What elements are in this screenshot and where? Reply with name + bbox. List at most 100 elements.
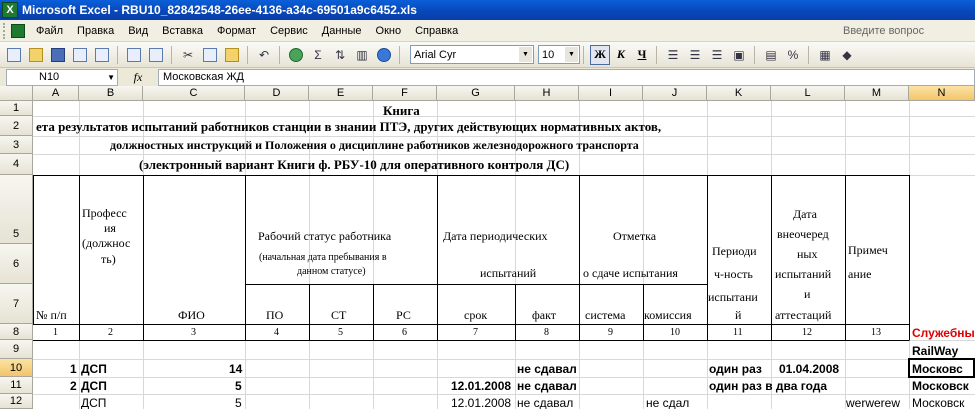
column-header-b[interactable]: B — [79, 86, 143, 101]
row-header-7[interactable]: 7 — [0, 284, 33, 324]
row-header-9[interactable]: 9 — [0, 340, 33, 359]
column-header-n[interactable]: N — [909, 86, 975, 101]
colnum-2[interactable]: 2 — [108, 327, 113, 338]
cell-c11[interactable]: 5 — [235, 379, 242, 393]
cell-h10[interactable]: не сдавал — [517, 362, 577, 376]
row-header-8[interactable]: 8 — [0, 324, 33, 340]
sheet-heading-line3[interactable]: должностных инструкций и Положения о дис… — [110, 138, 639, 153]
header-rs[interactable]: РС — [396, 308, 411, 323]
colnum-1[interactable]: 1 — [53, 327, 58, 338]
help-icon[interactable] — [374, 45, 394, 65]
header-status-sub-1[interactable]: (начальная дата пребывания в — [259, 252, 387, 263]
row-header-2[interactable]: 2 — [0, 116, 33, 136]
column-header-i[interactable]: I — [579, 86, 643, 101]
colnum-12[interactable]: 12 — [802, 327, 812, 338]
header-vneoch-6[interactable]: аттестаций — [775, 308, 831, 323]
borders-icon[interactable]: ▦ — [815, 45, 835, 65]
column-header-h[interactable]: H — [515, 86, 579, 101]
cell-h12[interactable]: не сдавал — [517, 396, 573, 409]
header-mark[interactable]: Отметка — [613, 229, 656, 244]
bold-button[interactable]: Ж — [590, 44, 610, 65]
currency-icon[interactable]: ▤ — [761, 45, 781, 65]
menu-file[interactable]: Файл — [29, 25, 70, 37]
percent-button[interactable]: % — [783, 45, 803, 65]
header-sistema[interactable]: система — [585, 308, 625, 323]
cell-b10[interactable]: ДСП — [81, 362, 107, 376]
colnum-13[interactable]: 13 — [871, 327, 881, 338]
email-icon[interactable] — [92, 45, 112, 65]
italic-button[interactable]: К — [611, 45, 631, 65]
cell-a10[interactable]: 1 — [70, 362, 77, 376]
header-vneoch-4[interactable]: испытаний — [775, 267, 831, 282]
cut-icon[interactable]: ✂ — [178, 45, 198, 65]
header-vneoch-2[interactable]: внеочеред — [777, 227, 829, 242]
colnum-9[interactable]: 9 — [608, 327, 613, 338]
row-header-10[interactable]: 10 — [0, 359, 33, 377]
column-header-m[interactable]: M — [845, 86, 909, 101]
align-center-icon[interactable]: ☰ — [685, 45, 705, 65]
sheet-heading-line2[interactable]: ета результатов испытаний работников ста… — [36, 119, 661, 135]
fill-color-icon[interactable]: ◆ — [837, 45, 857, 65]
help-question-input[interactable]: Введите вопрос — [840, 23, 970, 40]
cell-b11[interactable]: ДСП — [81, 379, 107, 393]
font-size-select[interactable]: 10 ▼ — [538, 45, 580, 64]
colnum-10[interactable]: 10 — [670, 327, 680, 338]
menu-window[interactable]: Окно — [369, 25, 409, 37]
colnum-4[interactable]: 4 — [274, 327, 279, 338]
cell-a11[interactable]: 2 — [70, 379, 77, 393]
cell-c10[interactable]: 14 — [229, 362, 242, 376]
cell-k10[interactable]: один раз — [709, 362, 762, 376]
active-cell-selection[interactable] — [908, 358, 975, 378]
new-document-icon[interactable] — [4, 45, 24, 65]
workbook-icon[interactable] — [11, 23, 25, 38]
header-status[interactable]: Рабочий статус работника — [258, 229, 391, 244]
header-profession-3[interactable]: (должнос — [82, 236, 130, 251]
column-header-k[interactable]: K — [707, 86, 771, 101]
print-preview-icon[interactable] — [146, 45, 166, 65]
row-header-6[interactable]: 6 — [0, 244, 33, 284]
cell-m12[interactable]: werwerew — [846, 396, 900, 409]
sort-icon[interactable]: ⇅ — [330, 45, 350, 65]
cell-b12[interactable]: ДСП — [81, 396, 106, 409]
header-srok[interactable]: срок — [464, 308, 487, 323]
cell-g12[interactable]: 12.01.2008 — [451, 396, 511, 409]
cell-j12[interactable]: не сдал — [646, 396, 689, 409]
header-periodic-2[interactable]: испытаний — [480, 266, 536, 281]
header-vneoch-3[interactable]: ных — [797, 247, 817, 262]
cell-n9[interactable]: RailWay — [912, 344, 958, 358]
colnum-5[interactable]: 5 — [338, 327, 343, 338]
header-period-4[interactable]: й — [735, 308, 741, 323]
column-header-g[interactable]: G — [437, 86, 515, 101]
permission-icon[interactable] — [70, 45, 90, 65]
open-folder-icon[interactable] — [26, 45, 46, 65]
header-profession-2[interactable]: ия — [104, 221, 116, 236]
header-profession-4[interactable]: ть) — [101, 252, 116, 267]
print-icon[interactable] — [124, 45, 144, 65]
header-periodic[interactable]: Дата периодических — [443, 229, 548, 244]
header-st[interactable]: СТ — [331, 308, 346, 323]
menu-view[interactable]: Вид — [121, 25, 155, 37]
cell-h11[interactable]: не сдавал — [517, 379, 577, 393]
column-header-j[interactable]: J — [643, 86, 707, 101]
row-header-4[interactable]: 4 — [0, 154, 33, 175]
underline-button[interactable]: Ч — [632, 45, 652, 65]
column-header-f[interactable]: F — [373, 86, 437, 101]
row-header-3[interactable]: 3 — [0, 136, 33, 154]
select-all-corner[interactable] — [0, 86, 33, 101]
column-header-c[interactable]: C — [143, 86, 245, 101]
header-period-3[interactable]: испытани — [708, 290, 758, 305]
undo-icon[interactable]: ↶ — [254, 45, 274, 65]
chevron-down-icon[interactable]: ▼ — [107, 73, 115, 82]
menu-edit[interactable]: Правка — [70, 25, 121, 37]
column-header-l[interactable]: L — [771, 86, 845, 101]
font-name-select[interactable]: Arial Cyr ▼ — [410, 45, 534, 64]
row-header-12[interactable]: 12 — [0, 394, 33, 409]
header-status-sub-2[interactable]: данном статусе) — [297, 266, 366, 277]
sheet-heading-line4[interactable]: (электронный вариант Книги ф. РБУ-10 для… — [139, 157, 569, 173]
fx-icon[interactable]: fx — [118, 70, 158, 85]
cell-l10[interactable]: 01.04.2008 — [779, 362, 839, 376]
formula-input[interactable]: Московская ЖД — [158, 68, 975, 86]
chevron-down-icon[interactable]: ▼ — [565, 47, 578, 62]
cell-g11[interactable]: 12.01.2008 — [451, 379, 511, 393]
column-header-a[interactable]: A — [33, 86, 79, 101]
